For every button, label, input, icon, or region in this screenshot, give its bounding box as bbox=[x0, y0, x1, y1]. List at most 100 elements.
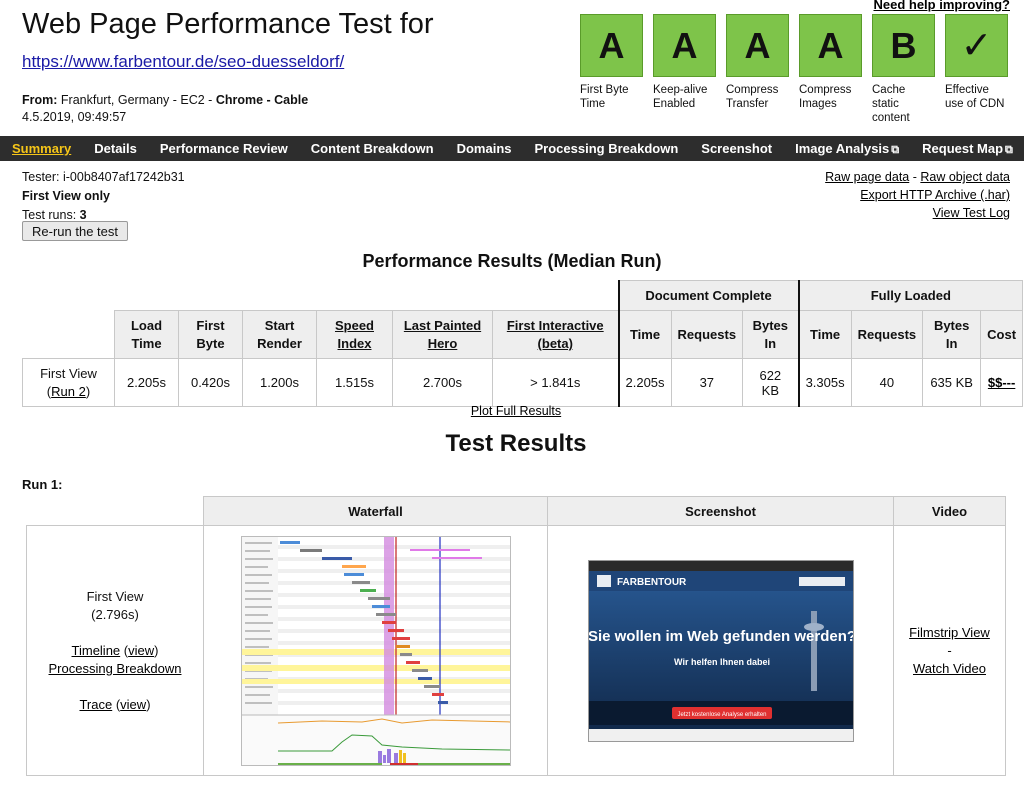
filmstrip-view-link[interactable]: Filmstrip View bbox=[909, 625, 990, 640]
screenshot-cta: Jetzt kostenlose Analyse erhalten bbox=[677, 712, 766, 718]
col-first-interactive-label: First Interactive (beta) bbox=[506, 317, 604, 351]
col-last-painted-hero[interactable]: Last Painted Hero bbox=[392, 310, 493, 359]
grade-keep-alive[interactable]: A Keep-alive Enabled bbox=[653, 14, 716, 125]
performance-results-title: Performance Results (Median Run) bbox=[362, 251, 662, 271]
tab-screenshot[interactable]: Screenshot bbox=[701, 141, 772, 156]
grade-cdn-label: Effective use of CDN bbox=[945, 84, 1005, 110]
table-row: First View (2.796s) Timeline (view) Proc… bbox=[26, 525, 1006, 776]
screenshot-thumbnail[interactable]: FARBENTOUR Sie wollen im Web gefunden we… bbox=[587, 559, 854, 742]
performance-results-table: Document Complete Fully Loaded Load Time… bbox=[22, 280, 1024, 407]
col-first-interactive[interactable]: First Interactive (beta) bbox=[492, 310, 619, 359]
grade-cache-static[interactable]: B Cache static content bbox=[872, 14, 935, 125]
tab-performance-review[interactable]: Performance Review bbox=[160, 141, 288, 156]
tab-processing-breakdown[interactable]: Processing Breakdown bbox=[535, 141, 679, 156]
waterfall-thumbnail[interactable] bbox=[240, 535, 511, 766]
cost-link[interactable]: $$--- bbox=[988, 375, 1015, 390]
tab-content-breakdown[interactable]: Content Breakdown bbox=[311, 141, 434, 156]
raw-page-data-link[interactable]: Raw page data bbox=[825, 170, 909, 184]
run-1-label: Run 1: bbox=[22, 477, 63, 492]
plot-full-results-container: Plot Full Results bbox=[0, 404, 1024, 418]
help-improving-link[interactable]: Need help improving? bbox=[873, 0, 1010, 12]
run-2-link[interactable]: Run 2 bbox=[51, 384, 86, 399]
rerun-test-button[interactable]: Re-run the test bbox=[22, 221, 128, 241]
view-test-log-link[interactable]: View Test Log bbox=[933, 206, 1010, 220]
trace-link[interactable]: Trace bbox=[79, 697, 112, 712]
cell-start-render: 1.200s bbox=[242, 358, 317, 407]
waterfall-chart-image bbox=[241, 536, 510, 765]
col-speed-index[interactable]: Speed Index bbox=[316, 310, 393, 359]
col-waterfall: Waterfall bbox=[203, 496, 548, 526]
col-video: Video bbox=[893, 496, 1006, 526]
grade-compress-images-label: Compress Images bbox=[799, 84, 852, 110]
grade-first-byte-label: First Byte Time bbox=[580, 84, 629, 110]
grade-compress-images-box[interactable]: A bbox=[799, 14, 862, 77]
group-fully-loaded: Fully Loaded bbox=[797, 280, 1024, 311]
test-location-info: From: Frankfurt, Germany - EC2 - Chrome … bbox=[22, 92, 308, 126]
first-view-time: (2.796s) bbox=[91, 606, 139, 622]
col-screenshot: Screenshot bbox=[547, 496, 894, 526]
tester-info: Tester: i-00b8407af17242b31 First View o… bbox=[22, 168, 185, 225]
waterfall-cell bbox=[203, 525, 548, 776]
from-location: Frankfurt, Germany - EC2 - bbox=[60, 93, 216, 107]
tested-url-link[interactable]: https://www.farbentour.de/seo-duesseldor… bbox=[22, 52, 344, 72]
from-browser: Chrome bbox=[215, 93, 264, 107]
col-doc-requests: Requests bbox=[670, 310, 744, 359]
tab-details[interactable]: Details bbox=[94, 141, 137, 156]
col-cost: Cost bbox=[980, 310, 1024, 359]
grade-compress-transfer-label: Compress Transfer bbox=[726, 84, 779, 110]
watch-video-link[interactable]: Watch Video bbox=[913, 661, 986, 676]
col-last-painted-label: Last Painted Hero bbox=[403, 317, 482, 351]
tab-image-analysis-label: Image Analysis bbox=[795, 140, 890, 156]
first-view-cell: First View (2.796s) Timeline (view) Proc… bbox=[26, 525, 204, 776]
col-first-byte: First Byte bbox=[178, 310, 243, 359]
timeline-view-link[interactable]: view bbox=[128, 643, 154, 658]
main-nav: Summary Details Performance Review Conte… bbox=[0, 136, 1024, 161]
tab-summary[interactable]: Summary bbox=[12, 141, 71, 156]
test-timestamp: 4.5.2019, 09:49:57 bbox=[22, 110, 127, 124]
col-doc-bytes: Bytes In bbox=[742, 310, 800, 359]
raw-object-data-link[interactable]: Raw object data bbox=[920, 170, 1010, 184]
grade-cdn-box[interactable]: ✓ bbox=[945, 14, 1008, 77]
tab-request-map-label: Request Map bbox=[922, 140, 1004, 156]
grade-first-byte-box[interactable]: A bbox=[580, 14, 643, 77]
run-results-table: Waterfall Screenshot Video First View (2… bbox=[26, 496, 1006, 776]
tab-image-analysis[interactable]: Image Analysis ⧉ bbox=[795, 141, 899, 157]
trace-view-link[interactable]: view bbox=[120, 697, 146, 712]
from-connection: Cable bbox=[274, 93, 309, 107]
grade-cache-static-box[interactable]: B bbox=[872, 14, 935, 77]
grade-compress-images[interactable]: A Compress Images bbox=[799, 14, 862, 125]
tester-id: Tester: i-00b8407af17242b31 bbox=[22, 170, 185, 184]
cell-doc-requests: 37 bbox=[670, 358, 744, 407]
grade-first-byte[interactable]: A First Byte Time bbox=[580, 14, 643, 125]
screenshot-subline: Wir helfen Ihnen dabei bbox=[674, 657, 770, 667]
timeline-link[interactable]: Timeline bbox=[72, 643, 121, 658]
screenshot-image: FARBENTOUR Sie wollen im Web gefunden we… bbox=[588, 560, 854, 741]
cell-first-interactive: > 1.841s bbox=[492, 358, 619, 407]
cell-last-painted: 2.700s bbox=[392, 358, 493, 407]
grade-compress-transfer[interactable]: A Compress Transfer bbox=[726, 14, 789, 125]
cell-cost[interactable]: $$--- bbox=[980, 358, 1024, 407]
group-document-complete: Document Complete bbox=[617, 280, 800, 311]
grade-compress-transfer-box[interactable]: A bbox=[726, 14, 789, 77]
screenshot-cell: FARBENTOUR Sie wollen im Web gefunden we… bbox=[547, 525, 894, 776]
screenshot-headline: Sie wollen im Web gefunden werden? bbox=[589, 628, 854, 645]
processing-breakdown-link[interactable]: Processing Breakdown bbox=[49, 661, 182, 676]
grade-summary: A First Byte Time A Keep-alive Enabled A… bbox=[580, 14, 1008, 125]
col-speed-index-label: Speed Index bbox=[334, 317, 374, 351]
link-separator: - bbox=[909, 170, 921, 184]
grade-keep-alive-box[interactable]: A bbox=[653, 14, 716, 77]
tab-request-map[interactable]: Request Map ⧉ bbox=[922, 141, 1013, 157]
grade-cdn[interactable]: ✓ Effective use of CDN bbox=[945, 14, 1008, 125]
from-label: From: bbox=[22, 93, 58, 107]
plot-full-results-link[interactable]: Plot Full Results bbox=[471, 404, 561, 418]
first-view-label: First View bbox=[86, 588, 144, 604]
test-runs-value: 3 bbox=[79, 208, 87, 222]
cell-full-time: 3.305s bbox=[797, 358, 852, 407]
test-runs-label: Test runs: bbox=[22, 208, 80, 222]
cell-doc-time: 2.205s bbox=[617, 358, 672, 407]
video-cell: Filmstrip View - Watch Video bbox=[893, 525, 1006, 776]
cell-doc-bytes: 622 KB bbox=[742, 358, 800, 407]
tab-domains[interactable]: Domains bbox=[457, 141, 512, 156]
export-har-link[interactable]: Export HTTP Archive (.har) bbox=[860, 188, 1010, 202]
grade-cache-static-label: Cache static content bbox=[872, 84, 910, 124]
